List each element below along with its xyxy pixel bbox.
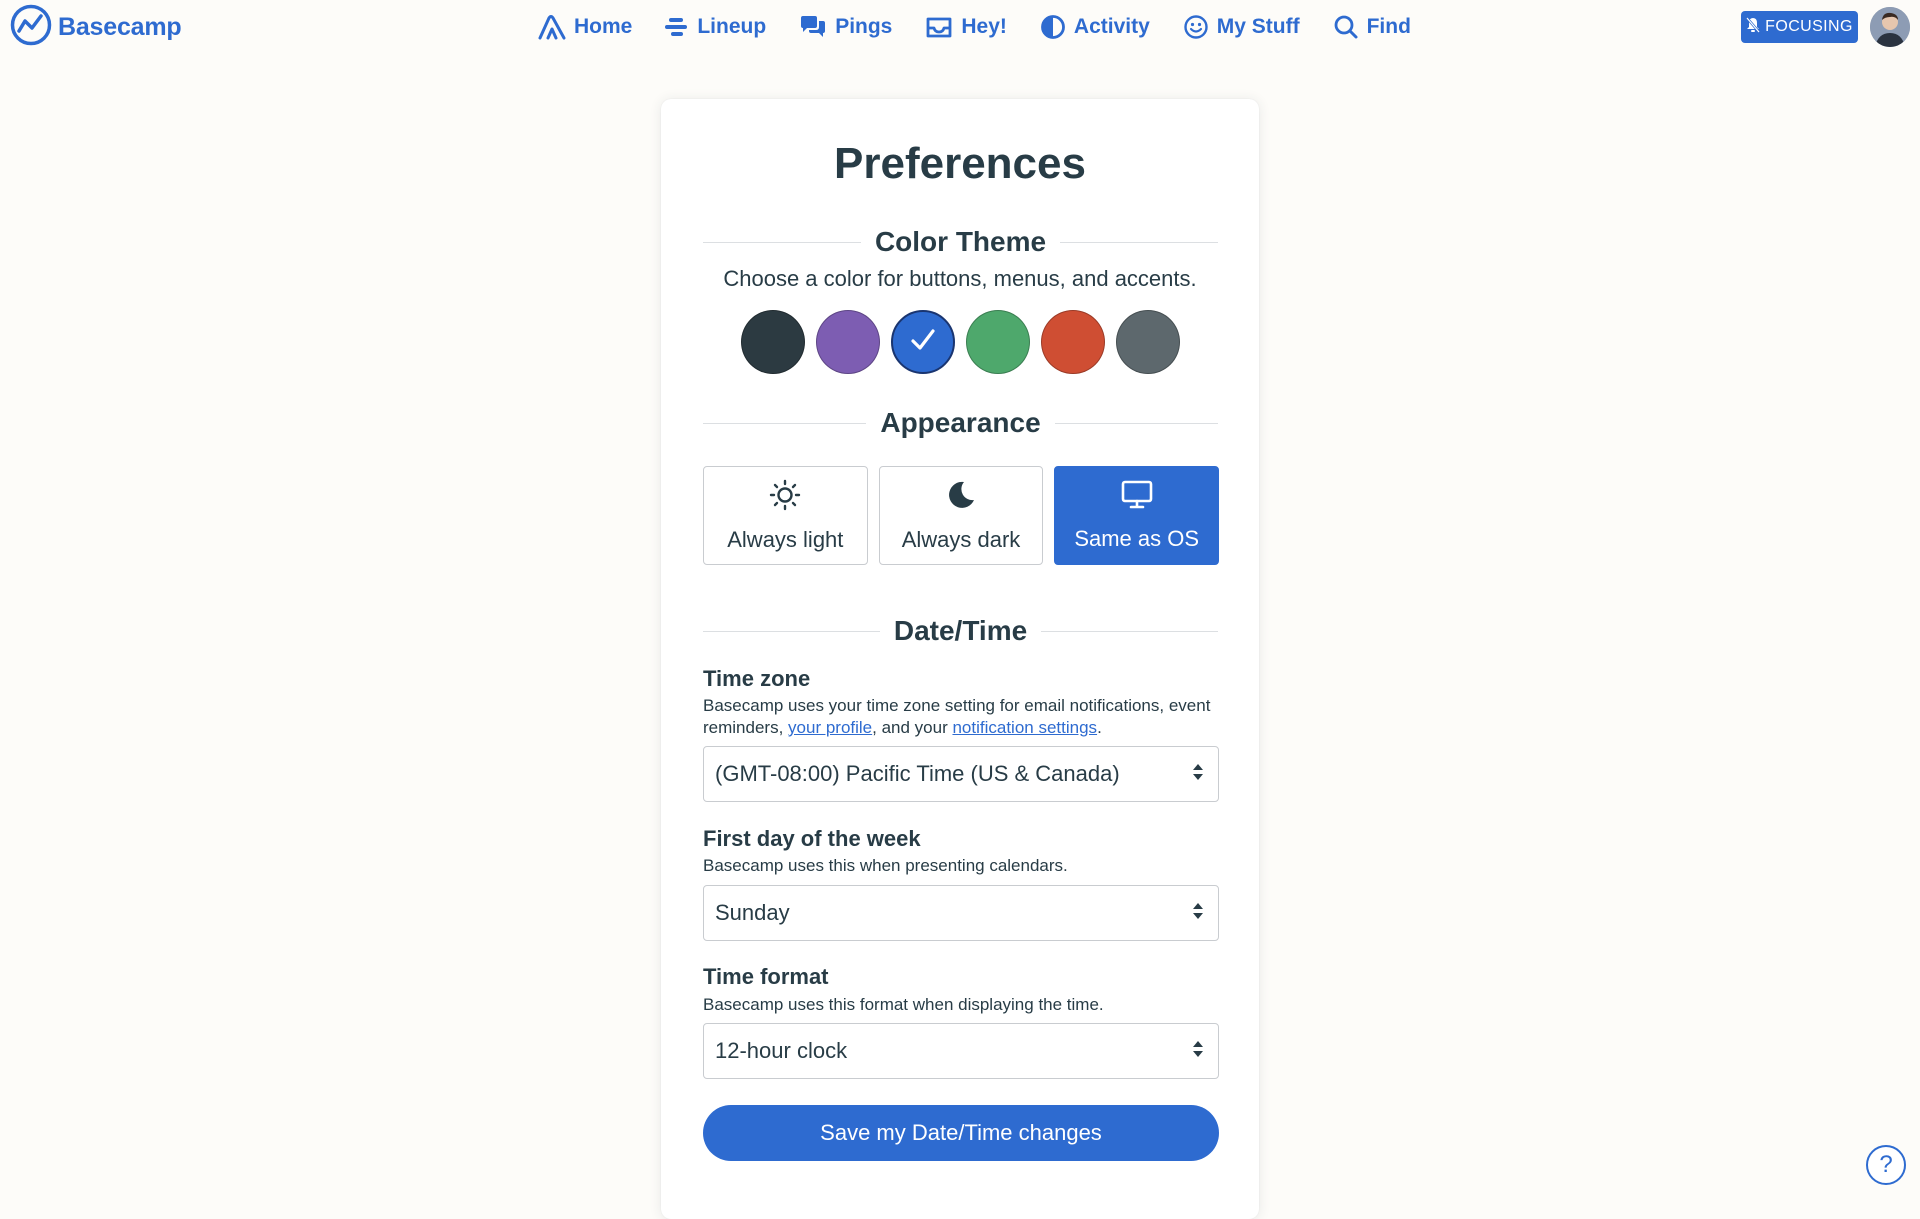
nav-hey[interactable]: Hey! [925,15,1007,39]
time-format-label: Time format [703,964,829,989]
divider [703,630,880,632]
page-title: Preferences [834,139,1086,188]
time-format-select[interactable]: 12-hour clock [703,1023,1219,1079]
nav-pings-label: Pings [835,15,893,38]
basecamp-logo-icon [10,4,52,51]
select-arrows-icon [1192,900,1204,926]
focusing-label: FOCUSING [1765,18,1853,35]
time-zone-label: Time zone [703,666,811,691]
nav-lineup[interactable]: Lineup [665,15,766,39]
time-format-help: Basecamp uses this format when displayin… [703,995,1104,1014]
appearance-always-light-label: Always light [727,526,844,552]
top-navigation: Basecamp Home Lineup Pings Hey! Activity… [0,0,1920,54]
nav-pings[interactable]: Pings [799,15,892,39]
color-theme-title: Color Theme [874,226,1047,257]
help-button[interactable]: ? [1866,1145,1906,1185]
moon-icon [945,479,977,517]
time-zone-select[interactable]: (GMT-08:00) Pacific Time (US & Canada) [703,746,1219,802]
time-format-value: 12-hour clock [715,1038,848,1063]
nav-activity-label: Activity [1073,15,1150,38]
swatch-charcoal[interactable] [741,310,805,374]
time-zone-help-text-end: . [1097,718,1102,737]
activity-icon [1040,14,1066,40]
divider [1060,241,1219,243]
first-day-value: Sunday [715,900,790,925]
nav-home[interactable]: Home [538,14,632,40]
nav-find[interactable]: Find [1333,14,1411,40]
color-theme-description: Choose a color for buttons, menus, and a… [723,266,1197,291]
nav-lineup-label: Lineup [697,15,767,38]
avatar[interactable] [1870,7,1910,47]
home-icon [538,14,566,40]
appearance-same-as-os-label: Same as OS [1074,525,1200,551]
preferences-card: Preferences Color Theme Choose a color f… [661,99,1259,1219]
time-zone-help: Basecamp uses your time zone setting for… [703,695,1219,739]
nav-hey-label: Hey! [961,15,1007,38]
color-theme-heading: Color Theme [703,225,1219,259]
notification-settings-link[interactable]: notification settings [952,718,1097,737]
save-datetime-button[interactable]: Save my Date/Time changes [703,1105,1219,1161]
swatch-green[interactable] [966,310,1030,374]
color-swatches [741,310,1181,374]
divider [1041,630,1219,632]
nav-find-label: Find [1366,15,1411,38]
first-day-help: Basecamp uses this when presenting calen… [703,856,1068,875]
datetime-heading: Date/Time [703,614,1219,648]
swatch-blue[interactable] [891,310,955,374]
select-arrows-icon [1192,1038,1204,1064]
datetime-title: Date/Time [893,615,1028,646]
time-zone-help-text-mid: , and your [872,718,953,737]
nav-my-stuff-label: My Stuff [1216,15,1300,38]
appearance-always-dark-label: Always dark [901,526,1021,552]
select-arrows-icon [1192,761,1204,787]
question-mark-icon: ? [1879,1151,1893,1178]
your-profile-link[interactable]: your profile [788,718,872,737]
appearance-heading: Appearance [703,406,1219,440]
basecamp-logo-link[interactable]: Basecamp [10,4,182,47]
swatch-gray[interactable] [1116,310,1180,374]
first-day-label: First day of the week [703,826,921,851]
nav-activity[interactable]: Activity [1040,14,1150,40]
main-nav: Home Lineup Pings Hey! Activity My Stuff… [538,8,1411,46]
pings-icon [799,15,827,39]
appearance-same-as-os[interactable]: Same as OS [1054,466,1220,565]
time-zone-value: (GMT-08:00) Pacific Time (US & Canada) [715,761,1120,786]
focusing-toggle[interactable]: FOCUSING [1741,11,1858,43]
first-day-select[interactable]: Sunday [703,885,1219,941]
divider [703,241,861,243]
sun-icon [769,479,801,517]
divider [1054,422,1219,424]
divider [703,422,867,424]
bell-off-icon [1746,16,1761,38]
search-icon [1333,14,1359,40]
inbox-icon [925,15,953,39]
lineup-icon [665,16,689,38]
nav-home-label: Home [574,15,633,38]
brand-name: Basecamp [58,12,182,41]
appearance-always-light[interactable]: Always light [703,466,868,565]
smiley-icon [1183,14,1209,40]
checkmark-icon [909,327,937,358]
swatch-red[interactable] [1041,310,1105,374]
nav-my-stuff[interactable]: My Stuff [1183,14,1300,40]
swatch-purple[interactable] [816,310,880,374]
appearance-title: Appearance [880,407,1041,438]
appearance-always-dark[interactable]: Always dark [878,466,1044,565]
monitor-icon [1121,480,1153,516]
appearance-options: Always light Always dark Same as OS [703,466,1220,565]
